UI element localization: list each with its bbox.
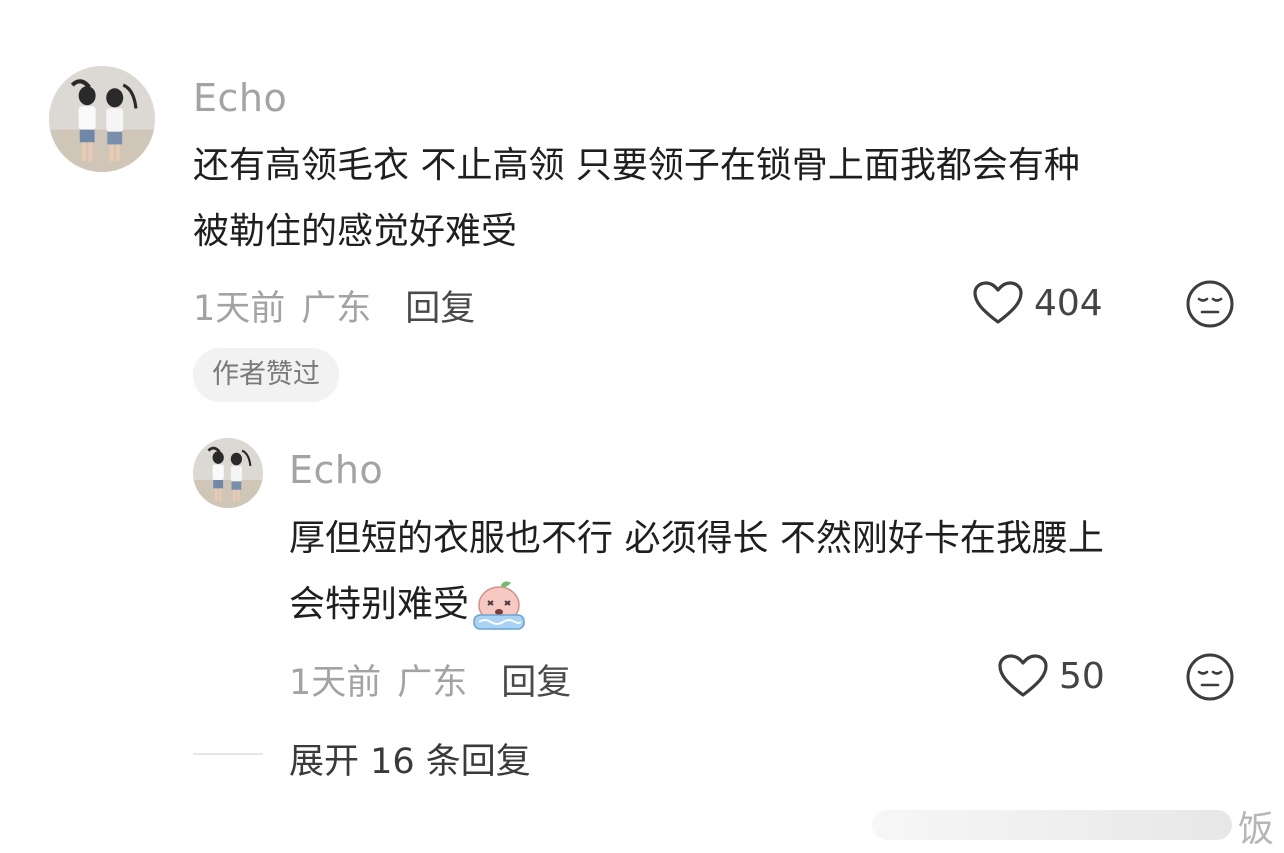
like-count: 404 [1034,282,1103,324]
comment-text: 厚但短的衣服也不行 必须得长 不然刚好卡在我腰上 会特别难受 [289,506,1104,638]
reply-button[interactable]: 回复 [501,654,571,705]
comment-text-line: 厚但短的衣服也不行 必须得长 不然刚好卡在我腰上 [289,518,1104,559]
heart-icon [973,281,1023,324]
watermark-bar [872,810,1232,840]
comment-text-line: 被勒住的感觉好难受 [193,211,518,252]
author-liked-badge: 作者赞过 [193,348,339,402]
username[interactable]: Echo [289,448,383,492]
comment-meta: 1天前 广东 回复 [289,654,571,705]
comment-location: 广东 [397,663,468,703]
like-count: 50 [1059,655,1105,697]
reply-button[interactable]: 回复 [405,280,475,331]
avatar-photo-icon [193,438,263,508]
watermark-char: 饭 [1238,809,1275,850]
username[interactable]: Echo [193,76,287,120]
avatar-photo-icon [49,66,155,172]
comment-text-line: 还有高领毛衣 不止高领 只要领子在锁骨上面我都会有种 [193,145,1080,186]
expand-replies-button[interactable]: 展开 16 条回复 [289,733,531,784]
comment-text-segment: 会特别难受 [289,584,470,625]
like-button[interactable]: 50 [997,653,1105,699]
comment-location: 广东 [301,289,372,329]
crying-emoji-icon [473,581,525,630]
avatar[interactable] [193,438,263,508]
heart-icon [998,654,1048,697]
comment-time: 1天前 [289,663,382,703]
dislike-face-icon[interactable] [1185,652,1235,702]
comment-text: 还有高领毛衣 不止高领 只要领子在锁骨上面我都会有种 被勒住的感觉好难受 [193,133,1080,265]
expand-divider [193,753,263,755]
comment-meta: 1天前 广东 回复 [193,280,475,331]
comment-text-line: 会特别难受 [289,572,1104,638]
like-button[interactable]: 404 [972,280,1103,326]
avatar[interactable] [49,66,155,172]
dislike-face-icon[interactable] [1185,279,1235,329]
comment-time: 1天前 [193,289,286,329]
